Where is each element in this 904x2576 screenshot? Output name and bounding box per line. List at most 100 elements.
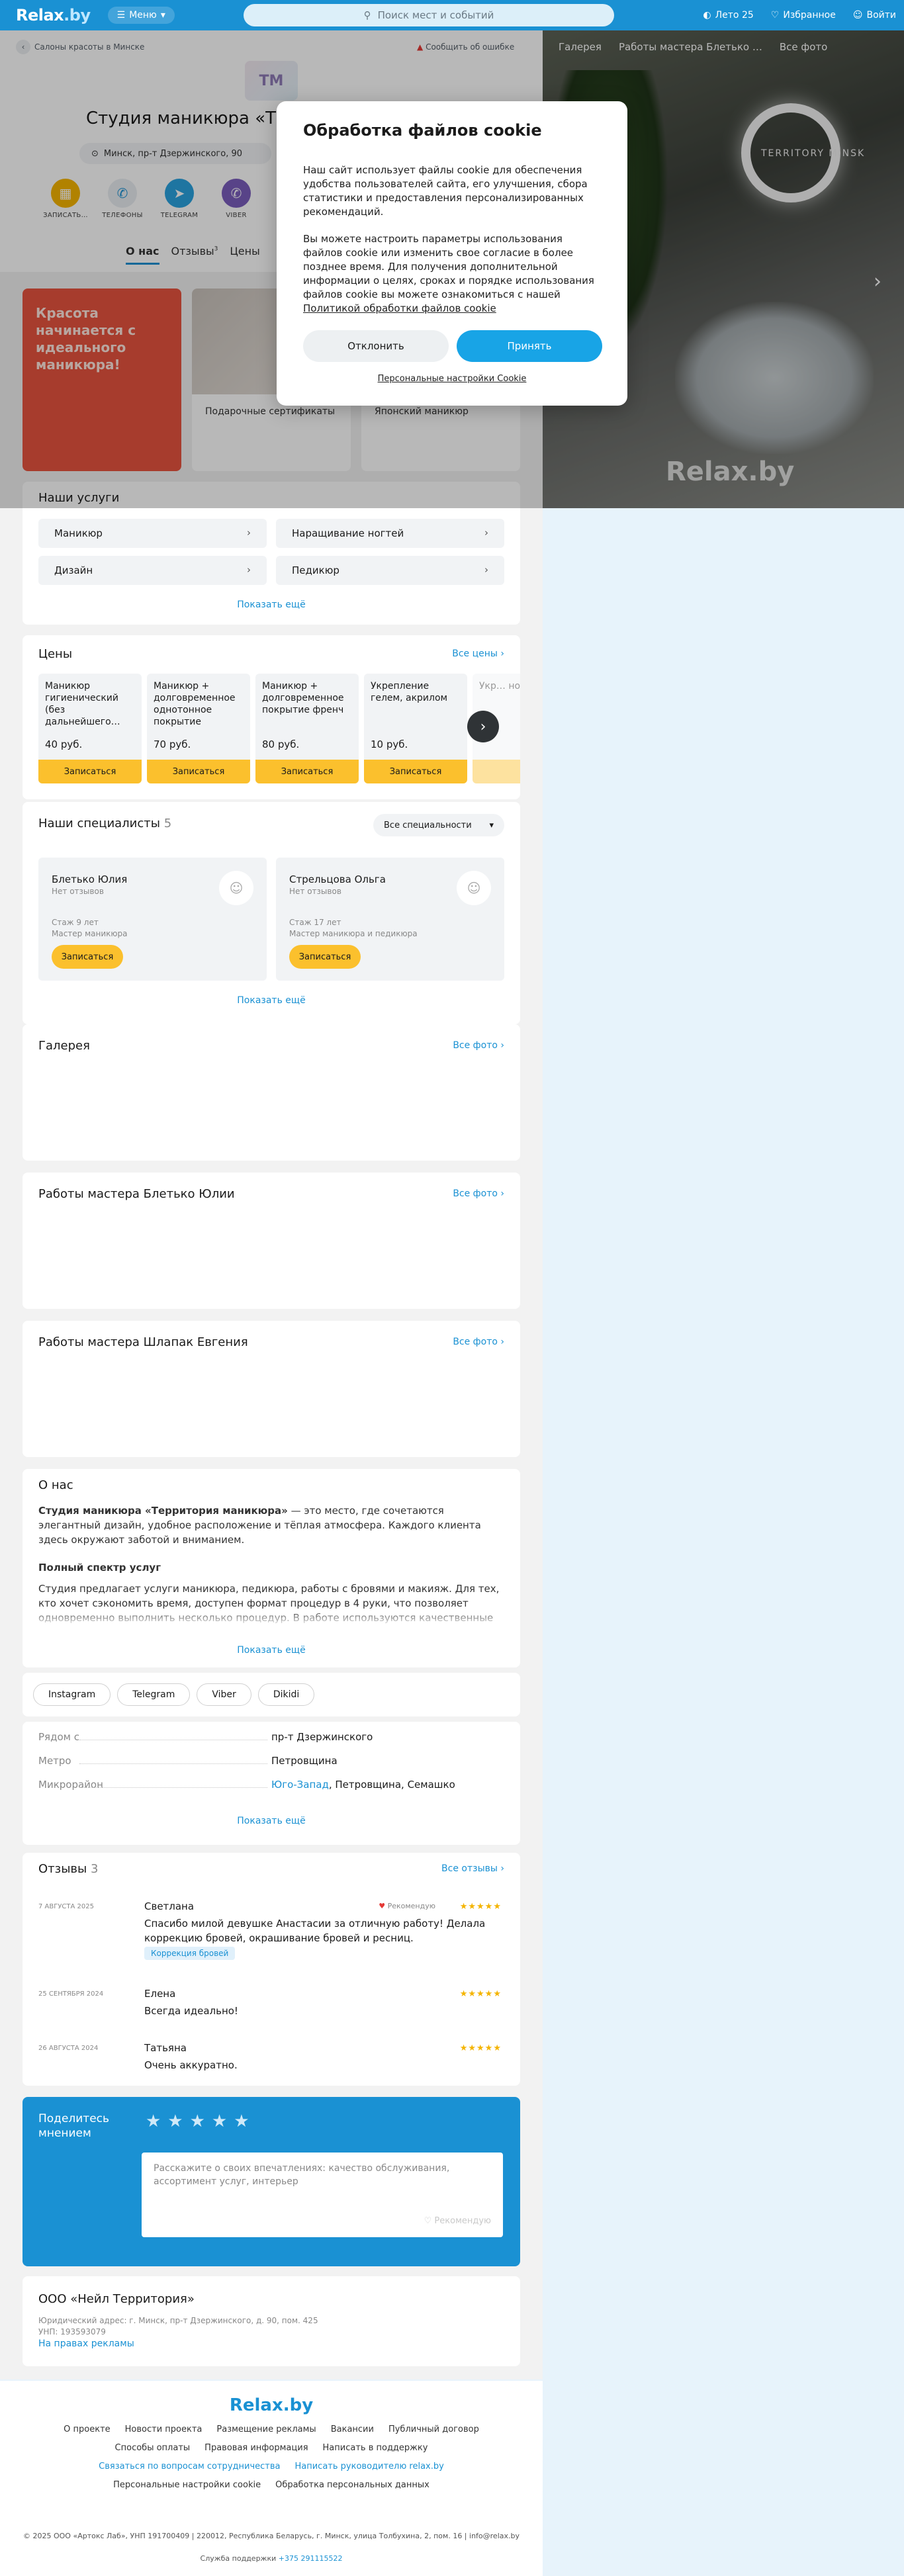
favorites-link[interactable]: ♡ Избранное [771, 10, 836, 21]
all-photos-label: Все фото [453, 1188, 498, 1199]
specialty-filter[interactable]: Все специальности ▾ [373, 814, 504, 836]
price-card: Маникюр гигиенический (без дальнейшего… 4… [38, 674, 142, 783]
specialist-experience: Стаж 9 лет [52, 918, 99, 927]
recommend-toggle[interactable]: ♡ Рекомендую [424, 2215, 491, 2228]
footer-link[interactable]: Новости проекта [125, 2424, 203, 2434]
specialist-name: Блетько Юлия [52, 873, 128, 885]
footer-link[interactable]: Персональные настройки cookie [113, 2480, 261, 2490]
show-more-link[interactable]: Показать ещё [23, 600, 520, 610]
footer-link[interactable]: Написать в поддержку [323, 2443, 428, 2453]
social-links: Instagram Telegram Viber Dikidi [33, 1683, 315, 1706]
district-link[interactable]: Юго-Запад [271, 1779, 329, 1791]
user-avatar-icon: ☺ [219, 871, 253, 905]
rating-stars: ★★★★★ [459, 1902, 502, 1912]
footer-link[interactable]: Размещение рекламы [216, 2424, 316, 2434]
accept-button[interactable]: Принять [457, 330, 602, 362]
summer-link[interactable]: ◐ Лето 25 [703, 10, 753, 21]
footer-link[interactable]: Написать руководителю relax.by [294, 2462, 443, 2471]
location-value: Юго-Запад, Петровщина, Семашко [271, 1779, 455, 1791]
review-author: Елена [144, 1988, 176, 2000]
all-photos-link[interactable]: Все фото › [453, 1337, 504, 1347]
all-reviews-label: Все отзывы [441, 1863, 498, 1874]
social-instagram[interactable]: Instagram [33, 1683, 111, 1706]
book-button[interactable]: Записаться [147, 760, 250, 783]
all-photos-link[interactable]: Все фото › [453, 1040, 504, 1051]
footer-link[interactable]: Способы оплаты [115, 2443, 191, 2453]
all-reviews-link[interactable]: Все отзывы › [441, 1863, 504, 1874]
modal-paragraph: Вы можете настроить параметры использова… [303, 232, 601, 316]
heart-icon: ♡ [424, 2216, 432, 2226]
show-more-link[interactable]: Показать ещё [23, 995, 520, 1006]
cookie-settings-link[interactable]: Персональные настройки Cookie [277, 374, 627, 384]
chevron-right-icon: › [484, 564, 488, 576]
specialists-title: Наши специалисты [38, 817, 160, 830]
footer-link[interactable]: Вакансии [331, 2424, 374, 2434]
service-label: Наращивание ногтей [292, 527, 404, 539]
specialist-role: Мастер маникюра [52, 929, 128, 938]
master-works-card: Работы мастера Блетько Юлии Все фото › [23, 1173, 520, 1309]
book-button[interactable]: Записаться [52, 945, 123, 969]
book-button[interactable]: Записаться [38, 760, 142, 783]
review-textarea[interactable]: Расскажите о своих впечатлениях: качеств… [142, 2153, 503, 2237]
social-viber[interactable]: Viber [197, 1683, 251, 1706]
footer-link[interactable]: Связаться по вопросам сотрудничества [99, 2462, 280, 2471]
login-label: Войти [866, 10, 896, 21]
price-value: 10 руб. [371, 738, 408, 750]
footer-copyright: © 2025 ООО «Артокс Лаб», УНП 191700409 |… [23, 2532, 520, 2540]
top-right-menu: ◐ Лето 25 ♡ Избранное ☺ Войти [703, 0, 896, 30]
book-button[interactable]: Записаться [364, 760, 467, 783]
search-input[interactable]: ⚲ Поиск мест и событий [244, 4, 614, 26]
menu-button[interactable]: ☰ Меню ▾ [107, 7, 175, 24]
service-item[interactable]: Маникюр › [38, 519, 267, 548]
show-more-link[interactable]: Показать ещё [23, 1645, 520, 1656]
decline-button[interactable]: Отклонить [303, 330, 449, 362]
book-button[interactable]: Записаться [255, 760, 359, 783]
footer-logo[interactable]: Relax.by [0, 2395, 543, 2415]
review-author: Татьяна [144, 2042, 187, 2054]
show-more-link[interactable]: Показать ещё [23, 1816, 520, 1826]
all-photos-link[interactable]: Все фото › [453, 1188, 504, 1199]
cookie-policy-link[interactable]: Политикой обработки файлов cookie [303, 302, 496, 314]
location-row: Метро Петровщина [38, 1755, 502, 1767]
support-phone[interactable]: +375 291115522 [279, 2554, 343, 2563]
specialist-card[interactable]: Блетько Юлия Нет отзывов ☺ Стаж 9 лет Мас… [38, 858, 267, 981]
service-item[interactable]: Дизайн › [38, 556, 267, 585]
location-key: Рядом с [38, 1731, 271, 1743]
ad-link[interactable]: На правах рекламы [38, 2338, 134, 2349]
footer-link[interactable]: Публичный договор [388, 2424, 479, 2434]
rating-input-stars[interactable]: ★★★★★ [146, 2111, 256, 2131]
all-prices-link[interactable]: Все цены › [452, 648, 504, 659]
chevron-right-icon: › [484, 527, 488, 539]
favorites-label: Избранное [783, 10, 836, 21]
social-dikidi[interactable]: Dikidi [257, 1683, 315, 1706]
user-icon: ☺ [852, 10, 863, 21]
footer-links-row: Связаться по вопросам сотрудничества Нап… [0, 2462, 543, 2471]
price-name: Маникюр гигиенический (без дальнейшего… [45, 681, 120, 727]
specialist-details: Стаж 17 лет Мастер маникюра и педикюра [289, 917, 418, 940]
review-item: 26 АВГУСТА 2024 Татьяна ★★★★★ Очень акку… [38, 2042, 502, 2082]
specialist-details: Стаж 9 лет Мастер маникюра [52, 917, 127, 940]
heart-icon: ♥ [379, 1902, 386, 1910]
specialist-card[interactable]: Стрельцова Ольга Нет отзывов ☺ Стаж 17 л… [276, 858, 504, 981]
service-label: Дизайн [54, 564, 93, 576]
rating-stars: ★★★★★ [459, 1989, 502, 1999]
book-button[interactable]: Записаться [289, 945, 361, 969]
relax-logo[interactable]: Relax.by [16, 6, 91, 24]
social-telegram[interactable]: Telegram [117, 1683, 191, 1706]
book-button[interactable] [473, 760, 520, 783]
footer-link[interactable]: Правовая информация [204, 2443, 308, 2453]
review-date: 7 АВГУСТА 2025 [38, 1903, 94, 1910]
chevron-right-icon[interactable]: › [467, 711, 499, 742]
price-value: 80 руб. [262, 738, 300, 750]
footer-links-row: Персональные настройки cookie Обработка … [0, 2480, 543, 2490]
review-item: 7 АВГУСТА 2025 Светлана ♥ Рекомендую ★★★… [38, 1900, 502, 1967]
footer-link[interactable]: Обработка персональных данных [275, 2480, 429, 2490]
footer-link[interactable]: О проекте [64, 2424, 111, 2434]
review-tag[interactable]: Коррекция бровей [144, 1947, 236, 1960]
service-item[interactable]: Педикюр › [276, 556, 504, 585]
specialist-role: Мастер маникюра и педикюра [289, 929, 418, 938]
modal-paragraph-text: Вы можете настроить параметры использова… [303, 233, 594, 300]
login-link[interactable]: ☺ Войти [853, 10, 896, 21]
service-item[interactable]: Наращивание ногтей › [276, 519, 504, 548]
section-title: Работы мастера Блетько Юлии [38, 1187, 235, 1201]
